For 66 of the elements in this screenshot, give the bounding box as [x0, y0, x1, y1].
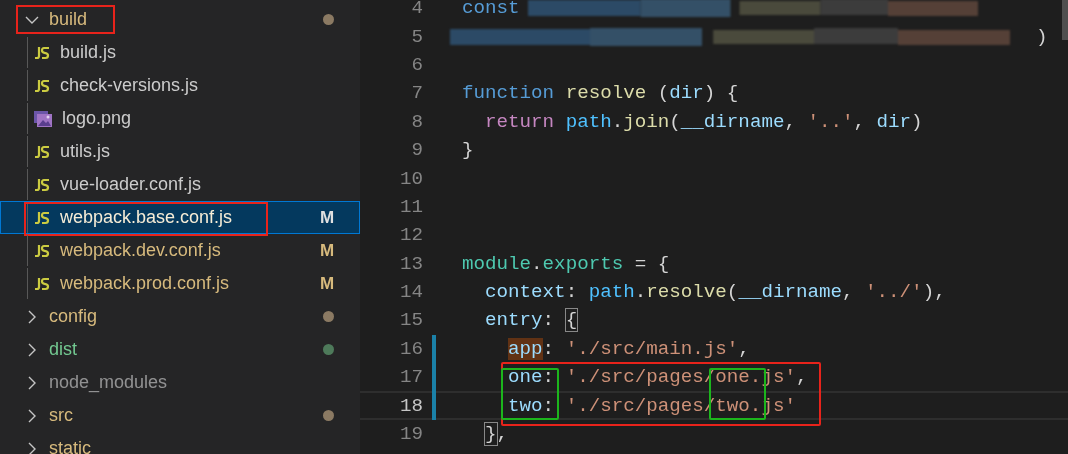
line-number: 16: [398, 337, 423, 360]
file-name: config: [49, 306, 98, 327]
file-name: build.js: [60, 42, 117, 63]
file-name: dist: [49, 339, 77, 360]
tree-item[interactable]: src: [0, 399, 360, 432]
tree-item[interactable]: check-versions.js: [0, 69, 360, 102]
line-number: 11: [398, 195, 423, 218]
file-name: static: [49, 438, 91, 454]
code-line: context: path.resolve(__dirname, '../'),: [484, 281, 946, 304]
tree-item[interactable]: utils.js: [0, 135, 360, 168]
line-number: 15: [398, 309, 423, 332]
js-file-icon: [34, 276, 50, 291]
tree-item[interactable]: dist: [0, 333, 360, 366]
image-file-icon: [34, 110, 52, 127]
code-line: entry: {: [484, 309, 578, 332]
code-line: const: [462, 0, 520, 20]
file-name: webpack.dev.conf.js: [60, 240, 221, 261]
file-name: logo.png: [62, 108, 132, 129]
line-number: 4: [410, 0, 423, 20]
line-number: 19: [398, 423, 423, 446]
js-file-icon: [34, 144, 50, 159]
tree-item[interactable]: webpack.dev.conf.js M: [0, 234, 360, 267]
tree-item[interactable]: webpack.base.conf.js M: [0, 201, 360, 234]
file-name: check-versions.js: [60, 75, 199, 96]
tree-item[interactable]: logo.png: [0, 102, 360, 135]
tree-item[interactable]: node_modules: [0, 366, 360, 399]
code-line: },: [484, 423, 509, 446]
file-name: vue-loader.conf.js: [60, 174, 202, 195]
js-file-icon: [34, 243, 50, 258]
line-number: 13: [398, 252, 423, 275]
js-file-icon: [34, 78, 50, 93]
tree-item[interactable]: build: [0, 3, 360, 36]
line-number: 18: [398, 394, 423, 417]
js-file-icon: [34, 45, 50, 60]
line-number: 14: [398, 281, 423, 304]
js-file-icon: [34, 210, 50, 225]
code-line: app: './src/main.js',: [507, 337, 750, 360]
git-status-letter: M: [320, 273, 335, 294]
tree-item[interactable]: webpack.prod.conf.js M: [0, 267, 360, 300]
file-name: node_modules: [49, 372, 168, 393]
js-file-icon: [34, 177, 50, 192]
line-number: 8: [410, 110, 423, 133]
line-number: 6: [410, 53, 423, 76]
line-number: 7: [410, 82, 423, 105]
file-name: webpack.base.conf.js: [60, 207, 233, 228]
scrollbar-thumb[interactable]: [1062, 0, 1068, 40]
tree-item[interactable]: static: [0, 432, 360, 454]
code-line: ): [1036, 25, 1048, 48]
code-line: function resolve (dir) {: [462, 82, 739, 105]
file-name: utils.js: [60, 141, 110, 162]
code-line: }: [462, 139, 474, 162]
code-line: return path.join(__dirname, '..', dir): [484, 110, 923, 133]
file-name: src: [49, 405, 73, 426]
file-name: build: [49, 9, 88, 30]
line-number: 9: [410, 139, 423, 162]
git-status-letter: M: [320, 240, 335, 261]
line-number: 10: [398, 167, 423, 190]
git-status-letter: M: [320, 207, 335, 228]
line-number: 5: [410, 25, 423, 48]
line-number: 12: [398, 224, 423, 247]
code-line: module.exports = {: [462, 252, 670, 275]
file-name: webpack.prod.conf.js: [60, 273, 230, 294]
tree-item[interactable]: config: [0, 300, 360, 333]
tree-item[interactable]: vue-loader.conf.js: [0, 168, 360, 201]
tree-item[interactable]: build.js: [0, 36, 360, 69]
line-number: 17: [398, 366, 423, 389]
